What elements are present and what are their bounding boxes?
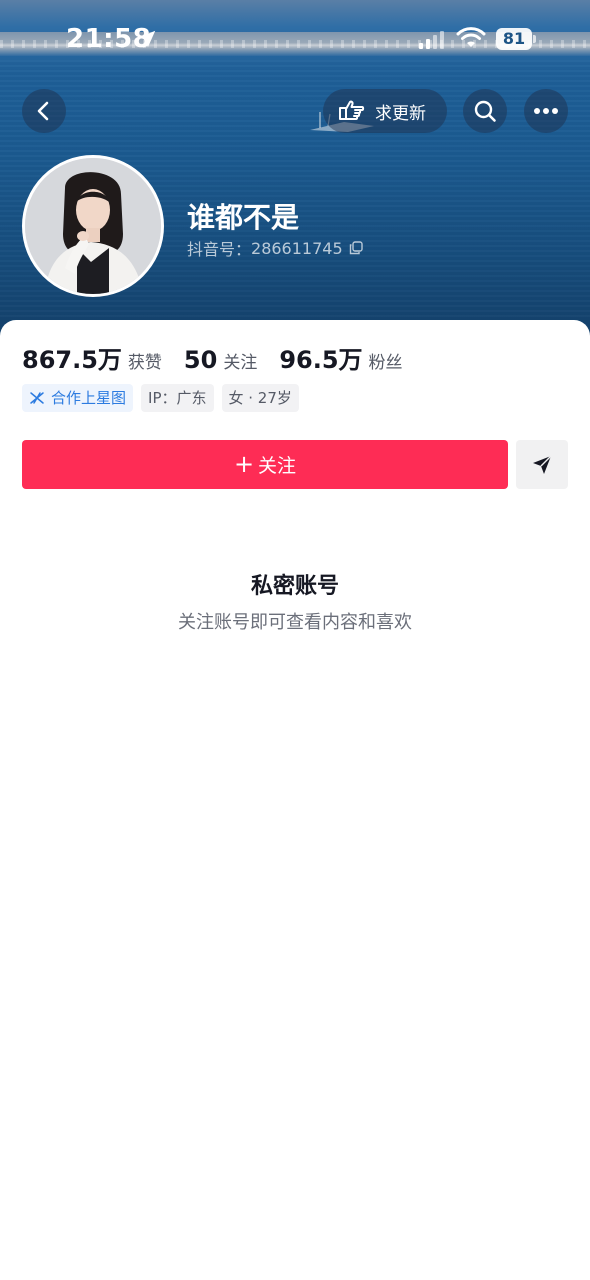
back-button[interactable] [22, 89, 66, 133]
gender-age-tag: 女 · 27岁 [221, 384, 299, 412]
profile-id-row[interactable]: 抖音号： 286611745 [187, 236, 363, 260]
profile-id-value: 286611745 [251, 238, 343, 258]
location-arrow-icon [138, 30, 156, 48]
plus-icon: + [233, 449, 255, 478]
stat-following-value: 50 [183, 346, 218, 374]
wifi-icon [456, 27, 486, 47]
stat-following[interactable]: 50 关注 [184, 346, 257, 374]
copy-icon[interactable] [349, 241, 363, 255]
send-message-button[interactable] [516, 440, 568, 489]
signal-icon [419, 31, 444, 49]
follow-label: 关注 [258, 455, 297, 477]
search-icon [474, 100, 496, 122]
pointing-hand-icon [339, 100, 365, 120]
search-button[interactable] [463, 89, 507, 133]
follow-button[interactable]: + 关注 [22, 440, 508, 489]
request-update-button[interactable]: 求更新 [323, 89, 447, 133]
profile-id-label: 抖音号： [187, 240, 252, 259]
stat-following-label: 关注 [223, 353, 258, 373]
request-update-label: 求更新 [375, 103, 426, 124]
send-icon [533, 455, 552, 474]
stat-followers-value: 96.5万 [279, 346, 363, 374]
battery-icon: 81 [496, 28, 536, 50]
profile-tags: 合作上星图 IP：广东 女 · 27岁 [22, 384, 307, 412]
stat-likes-value: 867.5万 [22, 346, 122, 374]
chevron-left-icon [37, 101, 49, 121]
status-bar: 21:58 81 [0, 0, 590, 80]
stat-likes-label: 获赞 [127, 353, 162, 373]
star-map-icon [30, 392, 44, 404]
battery-level: 81 [502, 29, 526, 48]
private-account-subtitle: 关注账号即可查看内容和喜欢 [178, 612, 412, 633]
stats-row: 867.5万 获赞 50 关注 96.5万 粉丝 [22, 340, 425, 375]
more-button[interactable] [524, 89, 568, 133]
partner-tag-label: 合作上星图 [51, 389, 127, 407]
ip-tag: IP：广东 [141, 384, 214, 412]
avatar[interactable] [22, 155, 164, 297]
avatar-photo [25, 158, 161, 294]
profile-name: 谁都不是 [187, 201, 300, 234]
stat-followers[interactable]: 96.5万 粉丝 [279, 340, 402, 375]
more-dots-icon [534, 108, 558, 114]
stat-likes[interactable]: 867.5万 获赞 [22, 340, 162, 375]
private-account-title: 私密账号 [250, 574, 339, 599]
stat-followers-label: 粉丝 [368, 353, 403, 373]
partner-tag[interactable]: 合作上星图 [22, 384, 134, 412]
